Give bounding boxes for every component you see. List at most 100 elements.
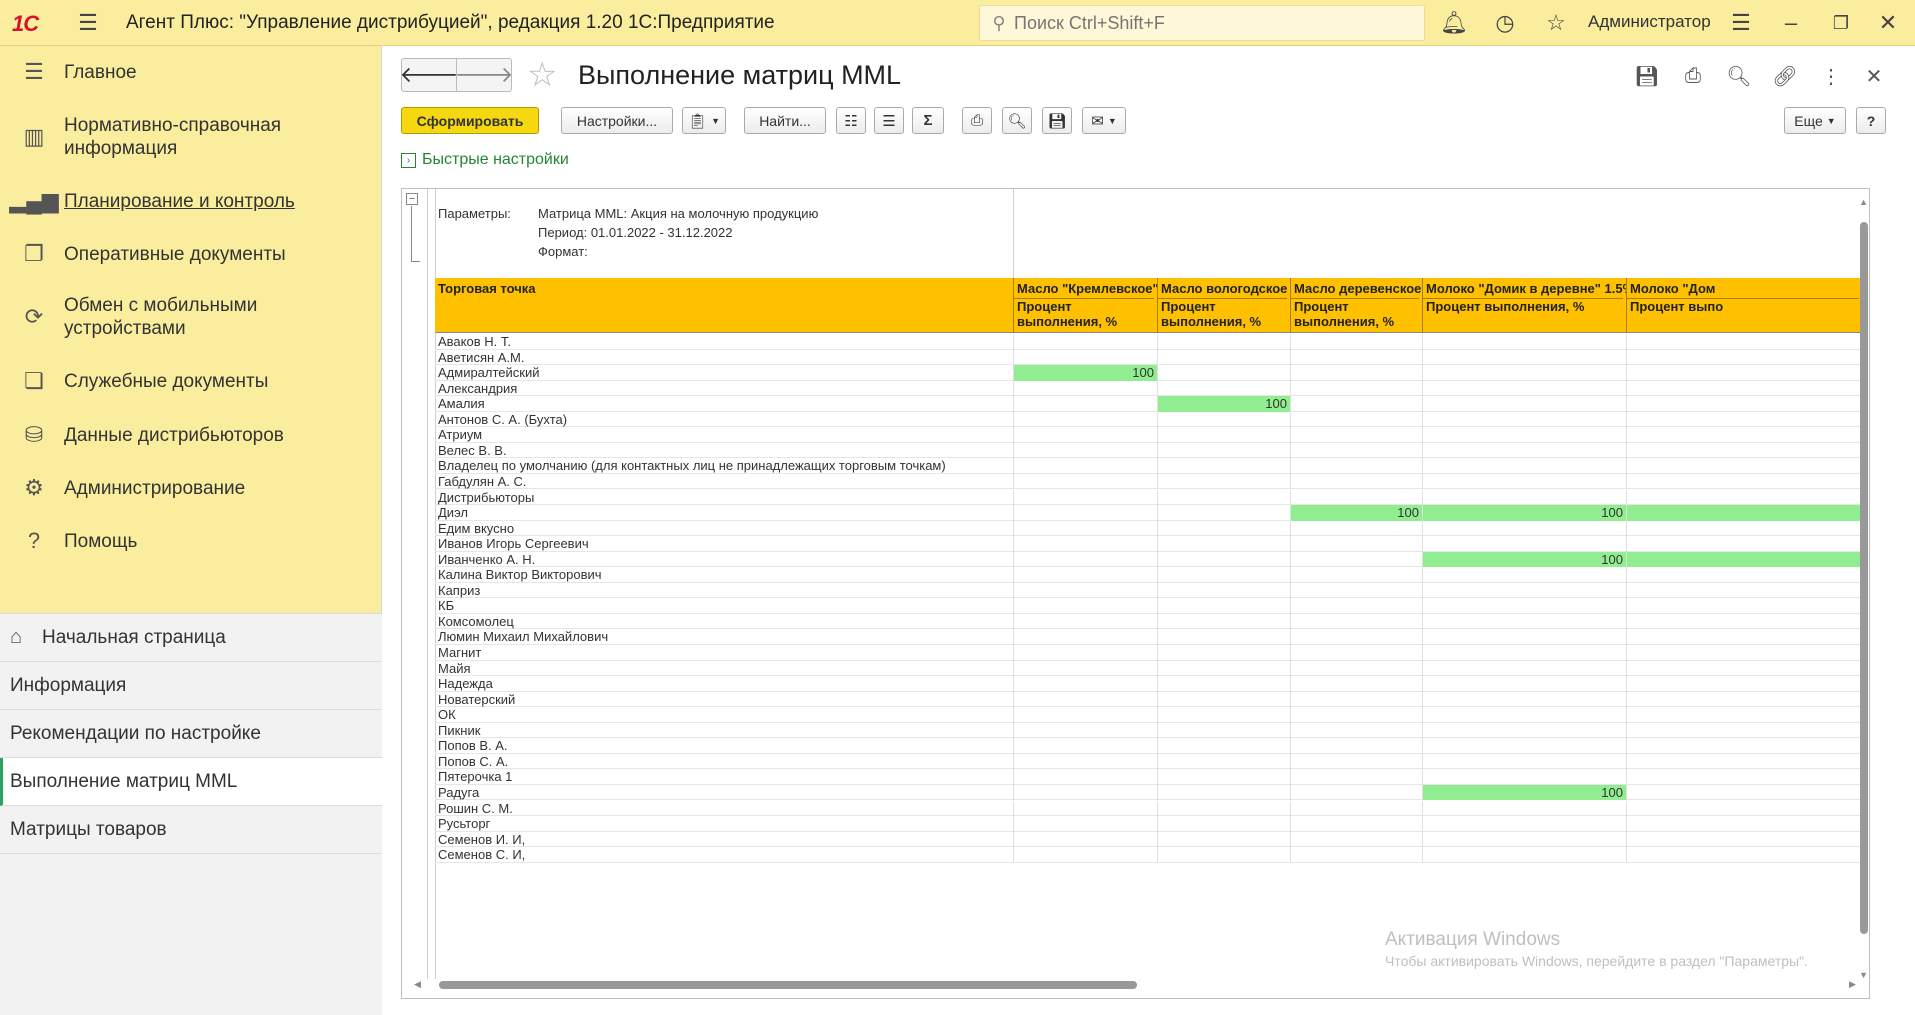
back-button[interactable]: 🡐 [400, 58, 459, 92]
generate-button[interactable]: Сформировать [401, 107, 539, 134]
table-row[interactable]: Каприз [435, 582, 1862, 599]
favorite-star-icon[interactable]: ☆ [527, 58, 557, 92]
sidebar-item-operative-docs[interactable]: ❐ Оперативные документы [0, 237, 382, 271]
sidebar-item-administration[interactable]: ⚙ Администрирование [0, 471, 382, 505]
table-row[interactable]: Комсомолец [435, 613, 1862, 630]
quick-settings-toggle[interactable]: › Быстрые настройки [401, 151, 569, 169]
table-row[interactable]: Атриум [435, 427, 1862, 443]
table-row[interactable]: Попов С. А. [435, 753, 1862, 770]
value-cell [1157, 645, 1290, 661]
open-window-recommendations[interactable]: Рекомендации по настройке [0, 710, 382, 758]
vertical-scrollbar[interactable]: ▲ ▼ [1859, 189, 1869, 998]
sidebar-item-reference[interactable]: ▥ Нормативно-справочная информация [0, 111, 382, 163]
sidebar-item-mobile-exchange[interactable]: ⟳ Обмен с мобильными устройствами [0, 291, 382, 343]
value-cell [1290, 365, 1422, 381]
table-row[interactable]: Диэл 100 100 [435, 505, 1862, 521]
table-row[interactable]: Рошин С. М. [435, 800, 1862, 817]
table-row[interactable]: Владелец по умолчанию (для контактных ли… [435, 458, 1862, 474]
restore-icon[interactable]: ❐ [1827, 9, 1855, 37]
value-cell [1157, 769, 1290, 785]
table-row[interactable]: Люмин Михаил Михайлович [435, 629, 1862, 645]
table-row[interactable]: ОК [435, 707, 1862, 723]
link-icon[interactable]: 🔗︎ [1771, 62, 1799, 90]
save-file-button[interactable]: 💾︎ [1042, 107, 1072, 134]
open-window-info[interactable]: Информация [0, 662, 382, 710]
table-row[interactable]: Надежда [435, 676, 1862, 692]
star-icon[interactable]: ☆ [1542, 9, 1570, 37]
table-row[interactable]: Пятерочка 1 [435, 769, 1862, 785]
table-row[interactable]: Иванченко А. Н. 100 [435, 551, 1862, 568]
table-row[interactable]: Майя [435, 660, 1862, 677]
sum-button[interactable]: Σ [912, 107, 944, 134]
table-row[interactable]: Антонов С. А. (Бухта) [435, 411, 1862, 428]
sidebar-item-help[interactable]: ? Помощь [0, 524, 382, 558]
scroll-right-icon[interactable]: ▶ [1849, 979, 1856, 990]
print-icon[interactable]: ⎙ [1679, 62, 1707, 90]
sidebar-item-service-docs[interactable]: ❏ Служебные документы [0, 364, 382, 398]
table-row[interactable]: Новатерский [435, 691, 1862, 708]
scroll-left-icon[interactable]: ◀ [414, 979, 421, 990]
table-row[interactable]: Аветисян А.М. [435, 349, 1862, 366]
table-row[interactable]: Иванов Игорь Сергеевич [435, 536, 1862, 552]
history-icon[interactable]: ◷ [1491, 9, 1519, 37]
expand-groups-button[interactable]: ☰ [874, 107, 904, 134]
scroll-down-icon[interactable]: ▼ [1859, 970, 1868, 980]
forward-button[interactable]: 🡒 [455, 58, 514, 92]
vertical-scroll-thumb[interactable] [1860, 222, 1868, 934]
sidebar-item-distributor-data[interactable]: ⛁ Данные дистрибьюторов [0, 418, 382, 452]
settings-lines-icon[interactable]: ☰ [1727, 9, 1755, 37]
report-spreadsheet[interactable]: − Параметры: Матрица MML: Акция на молоч… [401, 188, 1870, 999]
search-box[interactable]: ⚲ [979, 5, 1425, 41]
value-cell [1013, 489, 1157, 506]
open-window-product-matrices[interactable]: Матрицы товаров [0, 806, 382, 854]
table-row[interactable]: КБ [435, 598, 1862, 614]
minimize-icon[interactable]: – [1777, 9, 1805, 37]
database-icon: ⛁ [24, 422, 44, 447]
open-window-mml-report[interactable]: Выполнение матриц MML [0, 758, 382, 806]
table-row[interactable]: Калина Виктор Викторович [435, 567, 1862, 583]
table-row[interactable]: Дистрибьюторы [435, 489, 1862, 506]
sidebar-item-planning[interactable]: ▂▄▆ Планирование и контроль [0, 184, 382, 218]
close-form-icon[interactable]: ✕ [1860, 62, 1888, 90]
table-row[interactable]: Амалия 100 [435, 396, 1862, 412]
print-button[interactable]: ⎙ [962, 107, 992, 134]
send-email-button[interactable]: ✉ ▼ [1082, 107, 1126, 134]
table-row[interactable]: Аваков Н. Т. [435, 334, 1862, 350]
user-name[interactable]: Администратор [1588, 12, 1711, 32]
settings-button[interactable]: Настройки... [561, 107, 673, 134]
value-cell [1626, 551, 1862, 568]
header-metric: Процент выполнения, % [1014, 298, 1154, 333]
horizontal-scroll-thumb[interactable] [439, 981, 1137, 989]
more-button[interactable]: Еще ▼ [1784, 107, 1846, 134]
preview-icon[interactable]: 🔍︎ [1725, 62, 1753, 90]
table-row[interactable]: Едим вкусно [435, 520, 1862, 537]
table-row[interactable]: Попов В. А. [435, 738, 1862, 754]
outlet-name: Каприз [438, 582, 481, 598]
collapse-groups-button[interactable]: ☷ [836, 107, 866, 134]
preview-button[interactable]: 🔍︎ [1002, 107, 1032, 134]
table-row[interactable]: Александрия [435, 380, 1862, 397]
table-row[interactable]: Габдулян А. С. [435, 473, 1862, 490]
help-button[interactable]: ? [1856, 107, 1886, 134]
more-vertical-icon[interactable]: ⋮ [1817, 62, 1845, 90]
table-row[interactable]: Велес В. В. [435, 442, 1862, 459]
bell-icon[interactable]: 🔔︎ [1440, 9, 1468, 37]
table-row[interactable]: Пикник [435, 722, 1862, 739]
search-input[interactable] [1014, 12, 1414, 34]
table-row[interactable]: Радуга 100 [435, 784, 1862, 801]
close-icon[interactable]: ✕ [1874, 9, 1902, 37]
find-button[interactable]: Найти... [744, 107, 826, 134]
sidebar-item-main[interactable]: ☰ Главное [0, 55, 382, 89]
variant-button[interactable]: 📋︎ ▼ [682, 107, 726, 134]
table-row[interactable]: Русьторг [435, 816, 1862, 832]
table-row[interactable]: Семенов С. И, [435, 847, 1862, 863]
table-row[interactable]: Семенов И. И, [435, 831, 1862, 848]
open-window-home[interactable]: ⌂ Начальная страница [0, 614, 382, 662]
value-cell [1290, 458, 1422, 474]
save-icon[interactable]: 💾︎ [1633, 62, 1661, 90]
collapse-group-icon[interactable]: − [406, 193, 418, 205]
scroll-up-icon[interactable]: ▲ [1859, 197, 1868, 207]
table-row[interactable]: Магнит [435, 645, 1862, 661]
hamburger-icon[interactable]: ☰ [74, 9, 102, 37]
table-row[interactable]: Адмиралтейский 100 [435, 365, 1862, 381]
